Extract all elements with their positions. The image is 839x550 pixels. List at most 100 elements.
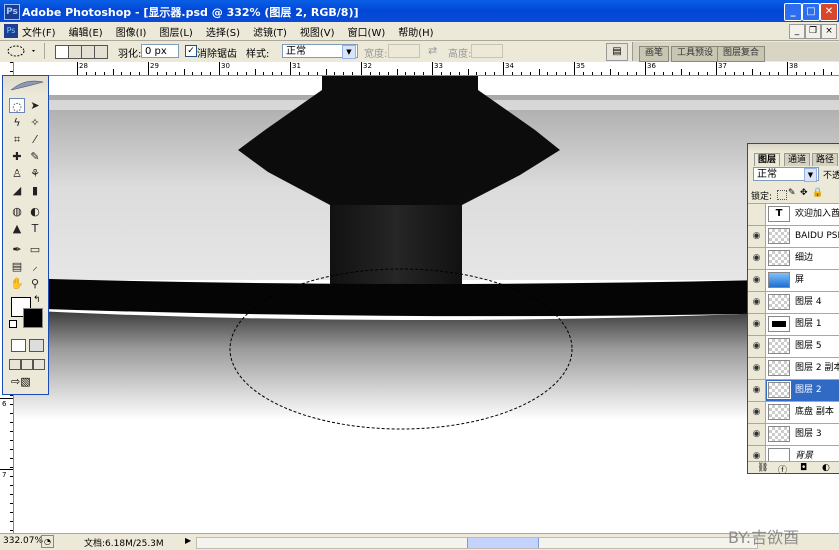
minimize-button[interactable]: _ <box>784 3 802 21</box>
tab-layers[interactable]: 图层 <box>754 153 781 166</box>
eye-icon[interactable]: ◉ <box>748 314 766 335</box>
layer-row[interactable]: ◉ 图层 2 <box>748 379 839 401</box>
intersect-selection-icon[interactable] <box>94 45 108 59</box>
slice-tool-icon[interactable]: ⁄ <box>27 132 43 147</box>
toolbox-header[interactable] <box>3 76 48 96</box>
menu-layer[interactable]: 图层(L) <box>159 28 192 39</box>
zoom-level[interactable]: 332.07% <box>3 536 43 546</box>
close-button[interactable]: ✕ <box>820 3 838 21</box>
clone-stamp-tool-icon[interactable]: ♙ <box>9 166 25 181</box>
layer-row[interactable]: ◉ BAIDU PSER <box>748 225 839 247</box>
tab-tool-presets[interactable]: 工具预设 <box>671 46 720 62</box>
menu-help[interactable]: 帮助(H) <box>398 28 433 39</box>
jump-to-imageready-icon[interactable]: ⇨▧ <box>11 375 41 388</box>
tab-paths[interactable]: 路径 <box>812 153 839 166</box>
lock-pixels-icon[interactable]: ✎ <box>788 188 796 198</box>
layer-row[interactable]: ◉ 屏 <box>748 269 839 291</box>
lock-transparent-icon[interactable] <box>777 190 787 200</box>
crop-tool-icon[interactable]: ⌗ <box>9 132 25 147</box>
gradient-tool-icon[interactable]: ▮ <box>27 183 43 198</box>
hand-tool-icon[interactable]: ✋ <box>9 276 25 291</box>
zoom-tool-icon[interactable]: ⚲ <box>27 276 43 291</box>
eye-icon[interactable]: ◉ <box>748 226 766 247</box>
eye-icon[interactable]: ◉ <box>748 292 766 313</box>
history-brush-tool-icon[interactable]: ⚘ <box>27 166 43 181</box>
file-browser-icon[interactable]: ▤ <box>606 43 628 61</box>
pen-tool-icon[interactable]: ✒ <box>9 242 25 257</box>
swap-colors-icon[interactable]: ↰ <box>33 295 41 305</box>
quick-mask-icon[interactable] <box>29 339 44 352</box>
eye-icon[interactable]: ◉ <box>748 358 766 379</box>
default-colors-icon[interactable] <box>9 320 17 328</box>
maximize-button[interactable]: □ <box>802 3 820 21</box>
lock-all-icon[interactable]: 🔒 <box>812 188 823 198</box>
tab-layer-comps[interactable]: 图层复合 <box>717 46 766 62</box>
layer-row[interactable]: ◉ 细边 <box>748 247 839 269</box>
eye-icon[interactable]: ◉ <box>748 402 766 423</box>
type-tool-icon[interactable]: T <box>27 221 43 236</box>
notes-tool-icon[interactable]: ▤ <box>9 259 25 274</box>
background-color-swatch[interactable] <box>23 308 43 328</box>
move-tool-icon[interactable]: ➤ <box>27 98 43 113</box>
layer-row[interactable]: ◉ 图层 4 <box>748 291 839 313</box>
standard-mode-icon[interactable] <box>11 339 26 352</box>
menu-filter[interactable]: 滤镜(T) <box>253 28 287 39</box>
screen-mode-full-icon[interactable] <box>33 359 45 370</box>
lock-position-icon[interactable]: ✥ <box>800 188 808 198</box>
eye-icon[interactable] <box>748 204 766 225</box>
doc-minimize-button[interactable]: _ <box>789 24 805 39</box>
eraser-tool-icon[interactable]: ◢ <box>9 183 25 198</box>
tool-preset-picker[interactable] <box>6 44 36 58</box>
scrollbar-thumb[interactable] <box>467 538 539 548</box>
screen-mode-standard-icon[interactable] <box>9 359 21 370</box>
eyedropper-tool-icon[interactable]: ⸝ <box>27 259 43 274</box>
menu-view[interactable]: 视图(V) <box>300 28 335 39</box>
new-selection-icon[interactable] <box>55 45 69 59</box>
add-mask-icon[interactable]: ◘ <box>800 463 807 473</box>
layer-row[interactable]: ◉ 图层 2 副本 <box>748 357 839 379</box>
eye-icon[interactable]: ◉ <box>748 248 766 269</box>
blur-tool-icon[interactable]: ◍ <box>9 204 25 219</box>
screen-mode-full-menu-icon[interactable] <box>21 359 33 370</box>
shape-tool-icon[interactable]: ▭ <box>27 242 43 257</box>
feather-input[interactable]: 0 px <box>141 44 179 58</box>
antialias-checkbox[interactable]: ✓ <box>185 45 197 57</box>
eye-icon[interactable]: ◉ <box>748 270 766 291</box>
menu-window[interactable]: 窗口(W) <box>348 28 386 39</box>
lasso-tool-icon[interactable]: ϟ <box>9 115 25 130</box>
document-icon[interactable]: Ps <box>4 24 18 38</box>
path-selection-tool-icon[interactable]: ▲ <box>9 221 25 236</box>
layer-style-icon[interactable]: ⓕ <box>778 463 787 473</box>
adjustment-layer-icon[interactable]: ◐ <box>822 463 830 473</box>
status-arrow-icon[interactable]: ▶ <box>185 536 191 545</box>
menu-edit[interactable]: 编辑(E) <box>69 28 103 39</box>
healing-brush-tool-icon[interactable]: ✚ <box>9 149 25 164</box>
layer-row[interactable]: T 欢迎加入酋 <box>748 203 839 225</box>
link-icon[interactable]: ⛓ <box>757 463 768 473</box>
marquee-tool-icon[interactable]: ◌ <box>9 98 25 113</box>
layer-row[interactable]: ◉ 图层 3 <box>748 423 839 445</box>
layer-row[interactable]: ◉ 图层 5 <box>748 335 839 357</box>
layer-row[interactable]: ◉ 图层 1 <box>748 313 839 335</box>
layer-row[interactable]: ◉ 底盘 副本 <box>748 401 839 423</box>
add-to-selection-icon[interactable] <box>68 45 82 59</box>
eye-icon[interactable]: ◉ <box>748 424 766 445</box>
dodge-tool-icon[interactable]: ◐ <box>27 204 43 219</box>
menu-select[interactable]: 选择(S) <box>206 28 240 39</box>
eye-icon[interactable]: ◉ <box>748 380 766 401</box>
document-canvas[interactable] <box>14 76 839 533</box>
horizontal-scrollbar[interactable] <box>196 537 758 549</box>
eye-icon[interactable]: ◉ <box>748 336 766 357</box>
blend-mode-select[interactable]: 正常 ▼ <box>753 167 819 182</box>
style-select[interactable]: 正常 ▼ <box>282 44 358 59</box>
doc-restore-button[interactable]: ❐ <box>805 24 821 39</box>
doc-close-button[interactable]: × <box>821 24 837 39</box>
magic-wand-tool-icon[interactable]: ✧ <box>27 115 43 130</box>
status-menu-icon[interactable]: ◔ <box>41 535 54 548</box>
menu-image[interactable]: 图像(I) <box>116 28 147 39</box>
horizontal-ruler[interactable]: 28 29 30 31 32 33 34 35 36 37 38 <box>50 62 839 76</box>
brush-tool-icon[interactable]: ✎ <box>27 149 43 164</box>
tab-channels[interactable]: 通道 <box>784 153 811 166</box>
subtract-selection-icon[interactable] <box>81 45 95 59</box>
menu-file[interactable]: 文件(F) <box>22 28 56 39</box>
